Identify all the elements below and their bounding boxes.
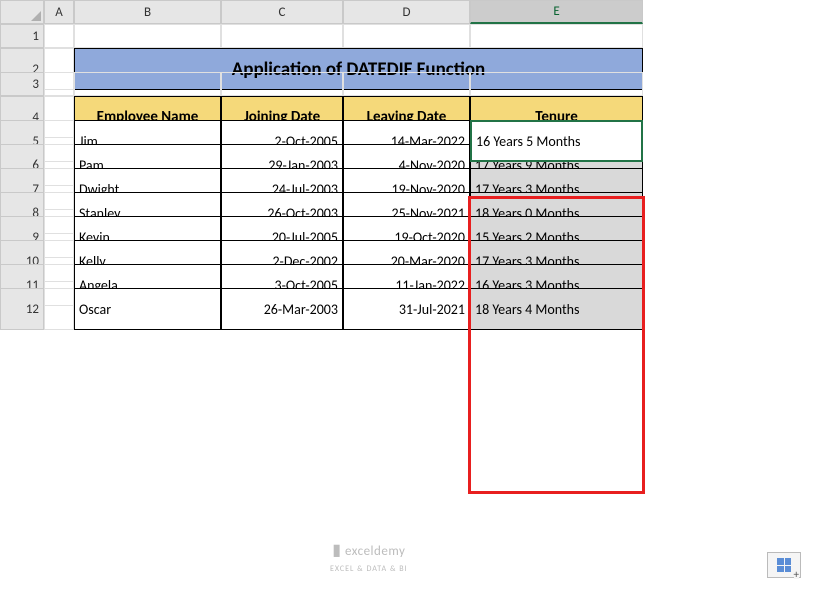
cell-B1[interactable]	[74, 24, 221, 48]
plus-icon: +	[794, 571, 799, 579]
cell-A3[interactable]	[44, 72, 74, 96]
cell-C1[interactable]	[221, 24, 343, 48]
col-header-A[interactable]: A	[44, 0, 74, 24]
row-header-12[interactable]: 12	[0, 288, 44, 330]
watermark: ▮ exceldemy EXCEL & DATA & BI	[330, 540, 408, 575]
col-header-D[interactable]: D	[343, 0, 470, 24]
cell-B3[interactable]	[74, 72, 221, 96]
cell-E3[interactable]	[470, 72, 643, 96]
autofill-options-button[interactable]: +	[767, 552, 801, 578]
col-header-E[interactable]: E	[470, 0, 643, 24]
cell-tenure-5[interactable]: 16 Years 5 Months	[470, 120, 643, 162]
cell-D3[interactable]	[343, 72, 470, 96]
col-header-C[interactable]: C	[221, 0, 343, 24]
cell-E1[interactable]	[470, 24, 643, 48]
cell-name-12[interactable]: Oscar	[74, 288, 221, 330]
row-header-1[interactable]: 1	[0, 24, 44, 48]
col-header-B[interactable]: B	[74, 0, 221, 24]
cell-tenure-12[interactable]: 18 Years 4 Months	[470, 288, 643, 330]
cell-join-12[interactable]: 26-Mar-2003	[221, 288, 343, 330]
cell-D1[interactable]	[343, 24, 470, 48]
cell-C3[interactable]	[221, 72, 343, 96]
select-all-corner[interactable]	[0, 0, 44, 24]
cell-A1[interactable]	[44, 24, 74, 48]
cell-leave-12[interactable]: 31-Jul-2021	[343, 288, 470, 330]
cell-A12[interactable]	[44, 288, 74, 330]
row-header-3[interactable]: 3	[0, 72, 44, 96]
